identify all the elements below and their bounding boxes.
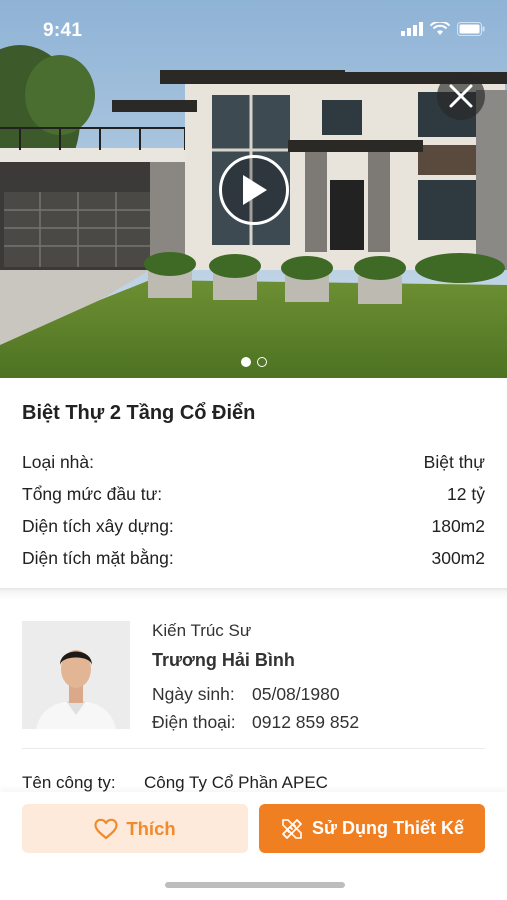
close-icon (449, 84, 473, 108)
company-value: Công Ty Cổ Phần APEC (144, 773, 328, 792)
design-title: Biệt Thự 2 Tầng Cổ Điển (22, 402, 256, 424)
battery-icon (457, 22, 485, 36)
company-row: Tên công ty: Công Ty Cổ Phần APEC (22, 773, 328, 793)
divider (22, 748, 485, 749)
info-row: Diện tích xây dựng: 180m2 (22, 510, 485, 542)
person-photo (22, 621, 130, 729)
like-label: Thích (126, 817, 176, 839)
architect-phone: Điện thoại: 0912 859 852 (152, 712, 359, 733)
ruler-pencil-icon (282, 818, 302, 839)
use-design-label: Sử Dụng Thiết Kế (311, 818, 465, 838)
gallery-dot[interactable] (257, 357, 267, 367)
architect-details: Kiến Trúc Sư Trương Hải Bình Ngày sinh: … (152, 621, 359, 733)
hero-image[interactable]: 9:41 (0, 0, 507, 378)
gallery-pagination[interactable] (241, 357, 267, 367)
play-video-button[interactable] (219, 155, 289, 225)
signal-icon (401, 22, 423, 36)
play-icon (243, 175, 267, 205)
info-row: Tổng mức đầu tư: 12 tỷ (22, 478, 485, 510)
info-label: Diện tích mặt bằng: (22, 547, 174, 568)
architect-avatar[interactable] (22, 621, 130, 729)
action-footer: Thích Sử Dụng Thiết Kế (0, 792, 507, 900)
info-label: Loại nhà: (22, 451, 95, 472)
gallery-dot[interactable] (241, 357, 251, 367)
use-design-button[interactable]: Sử Dụng Thiết Kế (259, 804, 485, 853)
home-indicator (165, 882, 345, 888)
status-bar: 9:41 (0, 0, 507, 60)
info-value: 12 tỷ (447, 483, 485, 504)
info-value: 180m2 (431, 515, 485, 536)
info-value: 300m2 (431, 547, 485, 568)
info-label: Diện tích xây dựng: (22, 515, 174, 536)
section-separator (0, 588, 507, 600)
info-value: Biệt thự (423, 451, 485, 472)
company-label: Tên công ty: (22, 773, 116, 792)
phone-value[interactable]: 0912 859 852 (252, 712, 359, 733)
architect-dob: Ngày sinh: 05/08/1980 (152, 684, 359, 705)
architect-name[interactable]: Trương Hải Bình (152, 650, 359, 674)
dob-value: 05/08/1980 (252, 684, 340, 704)
status-icons (401, 22, 485, 36)
architect-role: Kiến Trúc Sư (152, 621, 252, 640)
close-button[interactable] (437, 72, 485, 120)
heart-icon (94, 818, 118, 839)
dob-label: Ngày sinh: (152, 684, 235, 704)
info-label: Tổng mức đầu tư: (22, 483, 163, 504)
design-info-card: Biệt Thự 2 Tầng Cổ Điển Loại nhà: Biệt t… (0, 378, 507, 588)
wifi-icon (430, 22, 450, 35)
phone-label: Điện thoại: (152, 712, 236, 732)
like-button[interactable]: Thích (22, 804, 248, 853)
info-row: Diện tích mặt bằng: 300m2 (22, 542, 485, 574)
info-row: Loại nhà: Biệt thự (22, 446, 485, 478)
status-time: 9:41 (43, 20, 83, 41)
